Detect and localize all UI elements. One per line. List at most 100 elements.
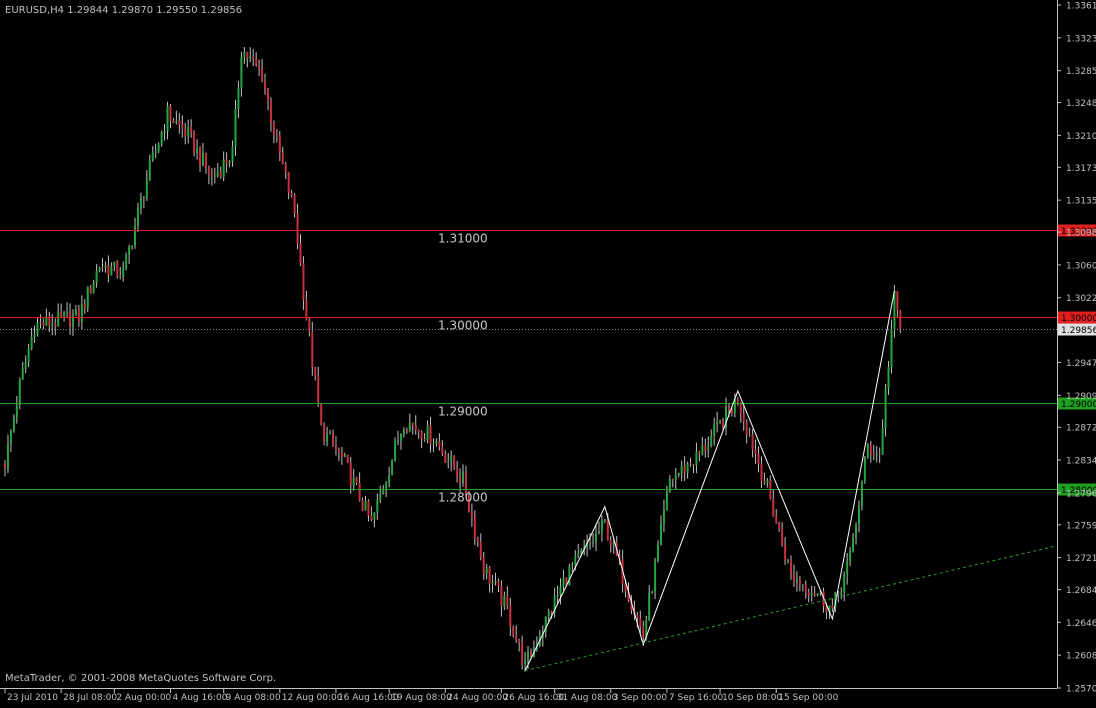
candle-body (33, 334, 36, 338)
candle-body (550, 611, 553, 613)
candle-body (246, 52, 249, 59)
candle-body (473, 517, 476, 539)
candle-body (80, 304, 83, 322)
candle-body (272, 122, 275, 135)
candle-body (509, 605, 512, 627)
candle-body (210, 175, 213, 177)
candle-body (15, 405, 18, 418)
price-tick-label: 1.29470 (1066, 359, 1096, 369)
candle-body (148, 160, 151, 180)
candle-body (497, 581, 500, 586)
candle-body (89, 286, 92, 294)
candle-body (187, 127, 190, 137)
candle-body (459, 477, 462, 483)
level-label: 1.31000 (438, 232, 488, 246)
candle-body (494, 581, 497, 583)
candle-body (748, 434, 751, 436)
candle-body (810, 593, 813, 596)
candle-body (382, 489, 385, 494)
candle-body (340, 452, 343, 457)
candle-body (739, 403, 742, 414)
price-chart[interactable]: 1.31000 1.310001.30000 1.300001.29000 1.290… (0, 0, 1096, 704)
candle-body (151, 152, 154, 161)
candle-body (405, 429, 408, 432)
candle-body (704, 445, 707, 451)
candle-body (201, 153, 204, 165)
chart-window[interactable]: 1.31000 1.31000 1.30000 1.30000 1.29000 1.290… (0, 0, 1096, 704)
candle-body (426, 425, 429, 441)
candle-body (512, 626, 515, 636)
candle-body (128, 247, 131, 255)
candle-body (816, 593, 819, 596)
candle-body (781, 528, 784, 546)
candle-body (423, 438, 426, 441)
candle-body (603, 519, 606, 521)
candle-body (252, 56, 255, 59)
candle-body (361, 500, 364, 511)
candle-body (606, 519, 609, 541)
candle-body (320, 403, 323, 425)
candle-body (639, 618, 642, 627)
candle-body (745, 421, 748, 435)
candle-body (95, 271, 98, 283)
candle-body (216, 171, 219, 176)
candle-body (305, 299, 308, 320)
candle-body (358, 482, 361, 501)
candle-body (763, 480, 766, 483)
candle-body (199, 147, 202, 165)
candle-body (594, 533, 597, 542)
candle-body (42, 322, 45, 326)
candle-body (222, 159, 225, 177)
candle-body (884, 388, 887, 429)
candle-body (713, 424, 716, 436)
candle-body (397, 440, 400, 442)
price-tick-label: 1.33230 (1066, 34, 1096, 44)
time-tick-label: 24 Aug 00:00 (447, 693, 508, 703)
candle-body (160, 132, 163, 145)
time-tick-label: 16 Aug 16:00 (338, 693, 399, 703)
candle-body (163, 131, 166, 133)
price-tick-label: 1.28720 (1066, 424, 1096, 434)
candle-body (521, 641, 524, 665)
candle-body (453, 455, 456, 469)
candle-body (293, 195, 296, 214)
candle-body (890, 329, 893, 368)
candle-body (787, 560, 790, 562)
candle-body (701, 445, 704, 455)
candle-body (506, 595, 509, 606)
candle-body (258, 65, 261, 70)
candle-body (86, 286, 89, 309)
candle-body (261, 69, 264, 82)
candle-body (269, 101, 272, 123)
candle-body (547, 611, 550, 617)
price-tick-label: 1.32100 (1066, 132, 1096, 142)
candle-body (36, 323, 39, 335)
candle-body (278, 135, 281, 154)
candle-body (600, 520, 603, 532)
price-tick-label: 1.26080 (1066, 652, 1096, 662)
candle-body (444, 453, 447, 463)
candle-body (790, 560, 793, 574)
candle-body (157, 144, 160, 152)
candle-body (9, 431, 12, 444)
candle-body (719, 420, 722, 422)
candle-body (766, 480, 769, 483)
candle-body (175, 120, 178, 123)
candle-body (284, 163, 287, 173)
chart-header: EURUSD,H4 1.29844 1.29870 1.29550 1.2985… (5, 5, 242, 16)
candle-body (54, 323, 57, 327)
candle-body (775, 516, 778, 523)
candle-body (228, 161, 231, 164)
candle-body (116, 261, 119, 277)
candle-body (379, 493, 382, 501)
candle-body (651, 591, 654, 594)
candle-body (346, 454, 349, 463)
candle-body (592, 541, 595, 543)
candle-body (343, 454, 346, 457)
candle-body (515, 635, 518, 640)
candle-body (219, 171, 222, 177)
candle-body (107, 265, 110, 276)
candle-body (674, 475, 677, 481)
candle-body (680, 465, 683, 474)
candle-body (716, 421, 719, 425)
